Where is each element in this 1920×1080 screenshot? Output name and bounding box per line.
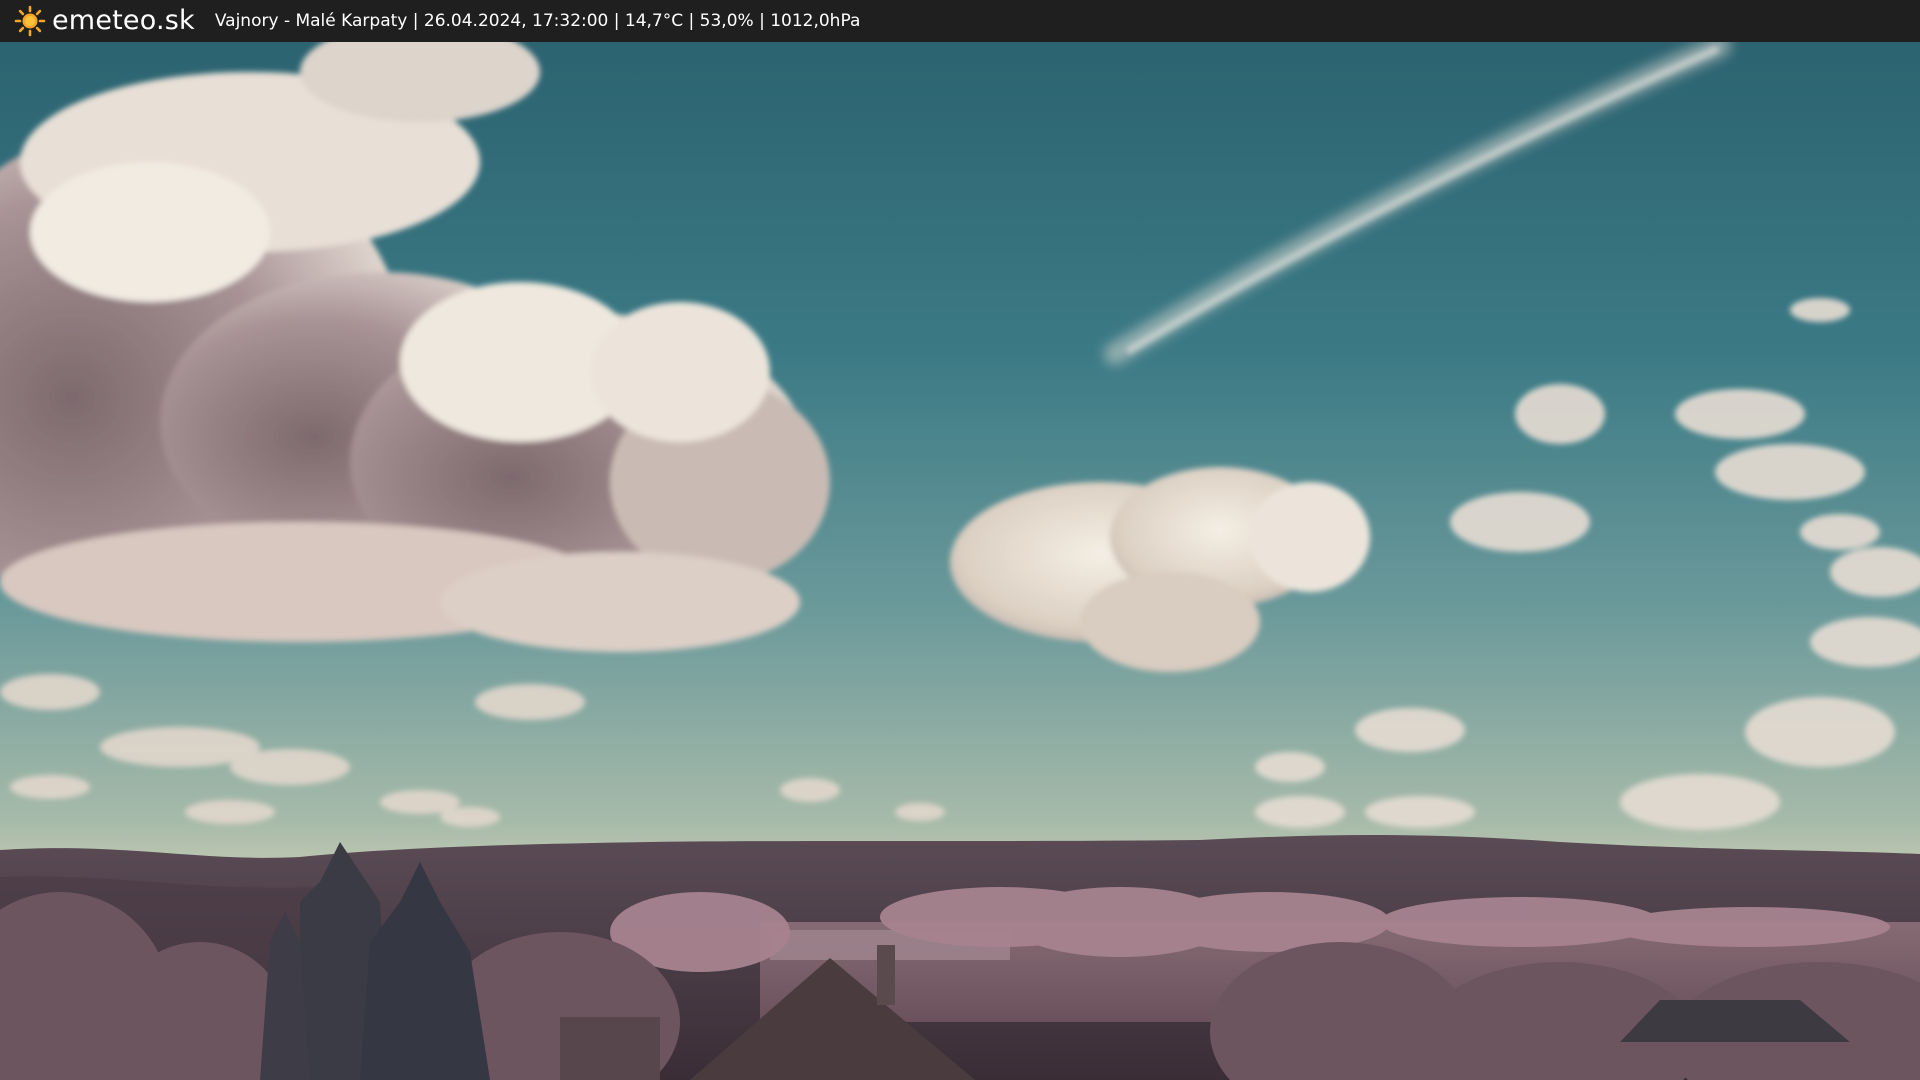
brand-logo[interactable]: emeteo.sk <box>14 0 195 42</box>
station-weather-caption: Vajnory - Malé Karpaty | 26.04.2024, 17:… <box>214 11 861 31</box>
webcam-image <box>0 42 1920 1080</box>
webcam-header-bar: emeteo.sk Vajnory - Malé Karpaty | 26.04… <box>0 0 1920 42</box>
sun-icon <box>14 5 46 37</box>
webcam-page: emeteo.sk Vajnory - Malé Karpaty | 26.04… <box>0 0 1920 1080</box>
brand-name: emeteo.sk <box>52 5 195 36</box>
